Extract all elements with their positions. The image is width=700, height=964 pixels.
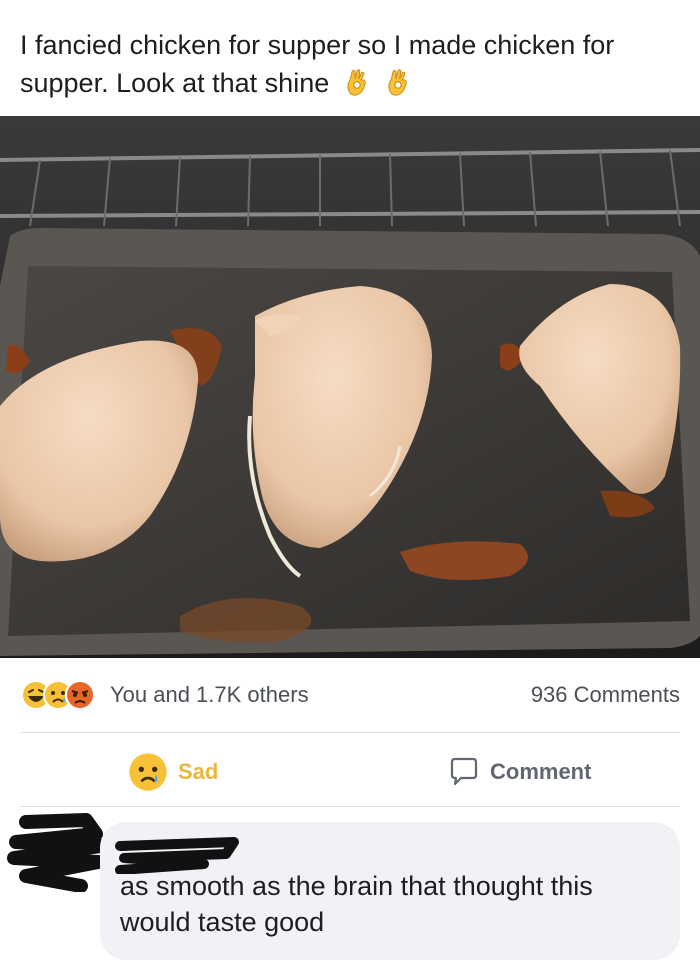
reaction-icons[interactable]	[21, 680, 107, 710]
comment-bubble[interactable]: as smooth as the brain that thought this…	[100, 822, 680, 960]
sad-label: Sad	[178, 759, 219, 784]
comment-count[interactable]: 936 Comments	[531, 682, 680, 708]
post-text-block: I fancied chicken for supper so I made c…	[20, 26, 680, 102]
comment-button[interactable]: Comment	[448, 750, 591, 794]
angry-reaction-icon	[65, 680, 95, 710]
divider	[20, 806, 680, 807]
sad-face-icon	[129, 753, 167, 791]
divider	[20, 732, 680, 733]
comment: as smooth as the brain that thought this…	[0, 812, 700, 964]
ok-hand-emoji-icon	[343, 68, 371, 96]
comment-label: Comment	[490, 759, 592, 784]
ok-hand-emoji-icon	[384, 68, 412, 96]
sad-reaction-button[interactable]: Sad	[128, 750, 218, 794]
post-photo[interactable]	[0, 116, 700, 658]
chicken-on-baking-tray-photo-icon	[0, 116, 700, 658]
action-bar: Sad Comment	[0, 740, 700, 800]
reaction-summary[interactable]: You and 1.7K others	[110, 682, 309, 708]
avatar-redaction	[7, 813, 106, 892]
reactions-bar: You and 1.7K others 936 Comments	[0, 668, 700, 722]
comment-text: as smooth as the brain that thought this…	[120, 871, 593, 937]
comment-bubble-icon	[450, 757, 478, 786]
post-text: I fancied chicken for supper so I made c…	[20, 30, 615, 98]
